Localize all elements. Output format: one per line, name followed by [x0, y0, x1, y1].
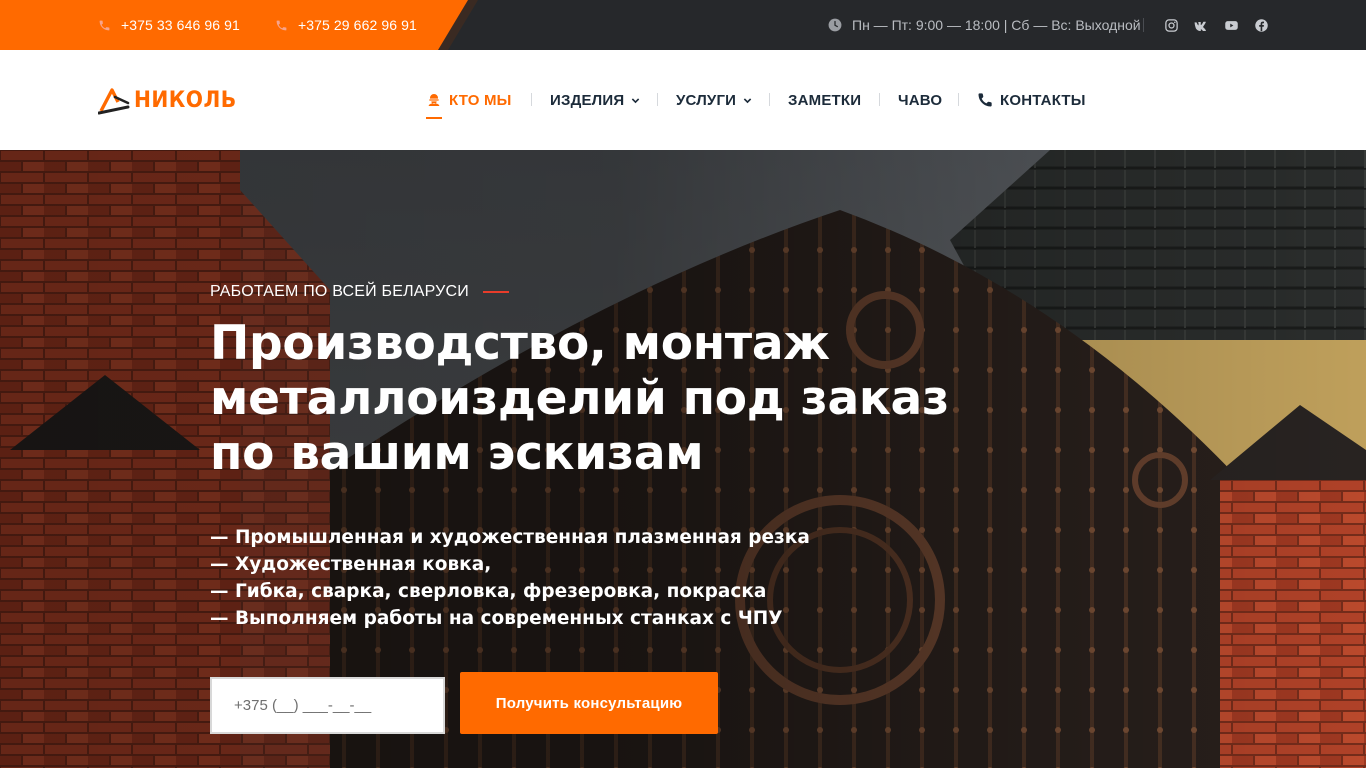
hero-eyebrow-text: РАБОТАЕМ ПО ВСЕЙ БЕЛАРУСИ — [210, 283, 469, 300]
nav-label-services: УСЛУГИ — [676, 91, 737, 109]
nav-label-contacts: КОНТАКТЫ — [1000, 91, 1086, 109]
phone-input[interactable] — [210, 677, 445, 734]
logo-text: НИКОЛЬ — [134, 87, 237, 113]
hero-headline-line: по вашим эскизам — [210, 426, 704, 481]
phone-number-2: +375 29 662 96 91 — [298, 17, 417, 33]
instagram-icon — [1164, 18, 1178, 32]
hero-services-list: — Промышленная и художественная плазменн… — [210, 524, 810, 632]
hero-service-item: — Выполняем работы на современных станка… — [210, 608, 783, 629]
youtube-icon — [1224, 20, 1238, 30]
hero-service-item: — Промышленная и художественная плазменн… — [210, 527, 810, 548]
nav-item-faq[interactable]: ЧАВО — [898, 50, 942, 150]
working-hours-text: Пн — Пт: 9:00 — 18:00 | Сб — Вс: Выходно… — [852, 17, 1141, 33]
clock-icon — [828, 18, 842, 32]
hero-headline-line: Производство, монтаж — [210, 316, 830, 371]
consultation-button[interactable]: Получить консультацию — [460, 672, 718, 734]
facebook-icon — [1254, 18, 1268, 32]
nav-divider — [879, 93, 880, 106]
nav-active-indicator — [426, 117, 442, 119]
hero-service-item: — Художественная ковка, — [210, 554, 492, 575]
phone-link-1[interactable]: +375 33 646 96 91 — [98, 0, 240, 50]
nav-item-about[interactable]: КТО МЫ — [426, 50, 512, 150]
top-bar-divider — [1143, 18, 1144, 32]
phone-link-2[interactable]: +375 29 662 96 91 — [275, 0, 417, 50]
nav-item-contacts[interactable]: КОНТАКТЫ — [977, 50, 1086, 150]
nav-label-about: КТО МЫ — [449, 91, 512, 109]
youtube-link[interactable] — [1220, 0, 1242, 50]
nav-item-services[interactable]: УСЛУГИ — [676, 50, 752, 150]
phone-number-1: +375 33 646 96 91 — [121, 17, 240, 33]
phone-icon — [978, 93, 992, 107]
hero-eyebrow: РАБОТАЕМ ПО ВСЕЙ БЕЛАРУСИ — [210, 283, 509, 301]
hero-headline: Производство, монтаж металлоизделий под … — [210, 316, 950, 481]
chevron-down-icon — [632, 97, 640, 103]
nav-divider — [958, 93, 959, 106]
hero-headline-line: металлоизделий под заказ — [210, 371, 949, 426]
vk-link[interactable] — [1189, 0, 1211, 50]
chevron-down-icon — [743, 97, 752, 103]
phone-icon — [276, 20, 287, 30]
hero-section: РАБОТАЕМ ПО ВСЕЙ БЕЛАРУСИ Производство, … — [0, 150, 1366, 768]
logo-mark-icon — [98, 88, 130, 115]
hero-service-item: — Гибка, сварка, сверловка, фрезеровка, … — [210, 581, 767, 602]
nav-label-faq: ЧАВО — [898, 91, 943, 109]
top-bar: +375 33 646 96 91 +375 29 662 96 91 Пн —… — [0, 0, 1366, 50]
nav-divider — [531, 93, 532, 106]
eyebrow-accent-line — [482, 291, 509, 293]
nav-label-notes: ЗАМЕТКИ — [788, 91, 862, 109]
vk-icon — [1193, 21, 1206, 31]
nav-item-products[interactable]: ИЗДЕЛИЯ — [550, 50, 640, 150]
nav-divider — [657, 93, 658, 106]
nav-item-notes[interactable]: ЗАМЕТКИ — [788, 50, 861, 150]
instagram-link[interactable] — [1160, 0, 1182, 50]
facebook-link[interactable] — [1250, 0, 1272, 50]
phone-icon — [99, 20, 110, 30]
nav-label-products: ИЗДЕЛИЯ — [550, 91, 625, 109]
working-hours: Пн — Пт: 9:00 — 18:00 | Сб — Вс: Выходно… — [828, 0, 1141, 50]
worker-icon — [428, 94, 440, 106]
nav-divider — [769, 93, 770, 106]
site-logo[interactable]: НИКОЛЬ — [98, 84, 246, 116]
